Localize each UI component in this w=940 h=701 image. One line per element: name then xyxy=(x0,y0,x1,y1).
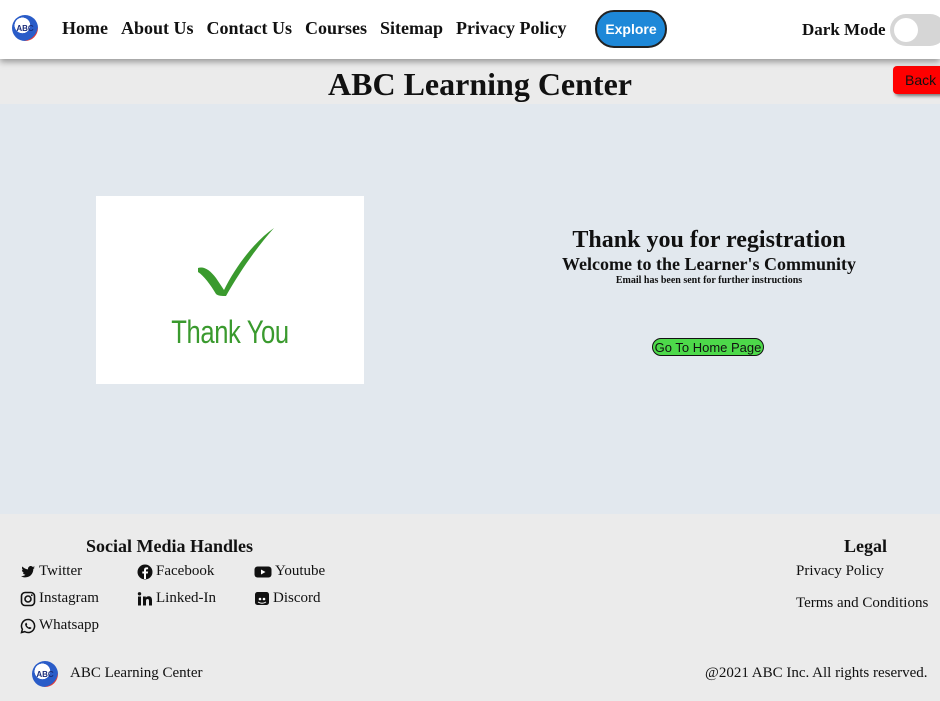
nav-links: Home About Us Contact Us Courses Sitemap… xyxy=(62,18,579,39)
discord-icon xyxy=(255,591,269,605)
instagram-link[interactable]: Instagram xyxy=(20,590,99,607)
facebook-link[interactable]: Facebook xyxy=(137,563,214,580)
whatsapp-icon xyxy=(20,618,36,634)
nav-courses-link[interactable]: Courses xyxy=(305,18,367,39)
linkedin-icon xyxy=(137,591,152,605)
twitter-icon xyxy=(21,565,35,577)
discord-link[interactable]: Discord xyxy=(254,590,321,607)
instagram-icon xyxy=(20,591,36,606)
page-title: ABC Learning Center xyxy=(328,66,632,102)
nav-privacy-link[interactable]: Privacy Policy xyxy=(456,18,566,39)
email-note: Email has been sent for further instruct… xyxy=(615,275,803,286)
dark-mode-label: Dark Mode xyxy=(802,20,886,39)
twitter-link[interactable]: Twitter xyxy=(20,563,82,580)
whatsapp-link[interactable]: Whatsapp xyxy=(20,617,99,634)
twitter-label: Twitter xyxy=(39,563,83,579)
dark-mode-toggle[interactable] xyxy=(890,14,940,46)
youtube-link[interactable]: Youtube xyxy=(254,563,325,580)
nav-home-link[interactable]: Home xyxy=(62,18,108,39)
legal-privacy-link[interactable]: Privacy Policy xyxy=(796,563,884,580)
welcome-subheading: Welcome to the Learner's Community xyxy=(562,254,856,274)
youtube-icon xyxy=(254,566,272,577)
footer-brand: ABC Learning Center xyxy=(70,665,203,681)
back-button[interactable]: Back xyxy=(893,66,940,94)
navbar: ABC Home About Us Contact Us Courses Sit… xyxy=(0,0,940,59)
facebook-label: Facebook xyxy=(156,563,215,579)
go-home-button[interactable]: Go To Home Page xyxy=(652,338,764,356)
registration-message: Thank you for registration Welcome to th… xyxy=(480,226,938,288)
instagram-label: Instagram xyxy=(39,590,99,606)
logo-text: ABC xyxy=(16,23,34,33)
youtube-label: Youtube xyxy=(275,563,326,579)
nav-contact-link[interactable]: Contact Us xyxy=(207,18,293,39)
nav-sitemap-link[interactable]: Sitemap xyxy=(380,18,443,39)
thank-you-image: Thank You xyxy=(96,196,364,384)
toggle-knob xyxy=(894,18,918,42)
facebook-icon xyxy=(137,564,153,579)
whatsapp-label: Whatsapp xyxy=(39,617,99,633)
footer-logo-text: ABC xyxy=(36,669,54,679)
social-title: Social Media Handles xyxy=(86,536,254,556)
legal-terms-link[interactable]: Terms and Conditions xyxy=(796,595,928,612)
discord-label: Discord xyxy=(273,590,321,606)
thank-you-text: Thank You xyxy=(171,314,289,350)
copyright-text: @2021 ABC Inc. All rights reserved. xyxy=(705,665,928,681)
explore-button[interactable]: Explore xyxy=(595,10,667,48)
nav-about-link[interactable]: About Us xyxy=(121,18,194,39)
abc-logo-icon[interactable]: ABC xyxy=(12,15,38,41)
linkedin-label: Linked-In xyxy=(156,590,216,606)
checkmark-icon xyxy=(198,228,274,296)
main-content: Thank You Thank you for registration Wel… xyxy=(0,104,940,514)
legal-title: Legal xyxy=(844,536,887,556)
footer-abc-logo-icon: ABC xyxy=(32,661,58,687)
registration-heading: Thank you for registration xyxy=(572,227,846,253)
linkedin-link[interactable]: Linked-In xyxy=(137,590,216,607)
